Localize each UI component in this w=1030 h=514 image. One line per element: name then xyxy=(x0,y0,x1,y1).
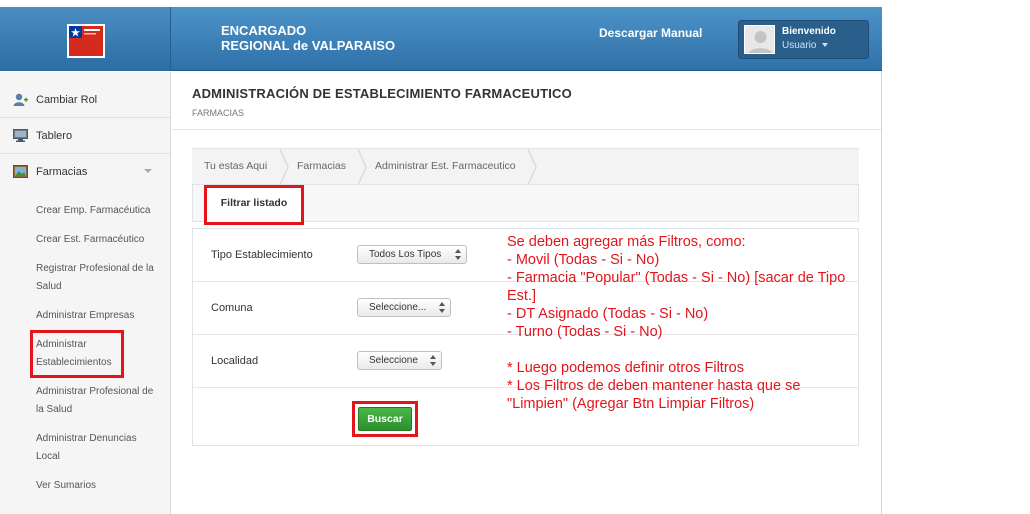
tipo-establecimiento-select[interactable]: Todos Los Tipos xyxy=(357,245,467,264)
picture-icon xyxy=(13,165,28,178)
submenu-administrar-establecimientos[interactable]: Administrar Establecimientos xyxy=(30,330,124,378)
breadcrumb-separator-icon xyxy=(279,149,289,185)
breadcrumb-item-home[interactable]: Tu estas Aqui xyxy=(204,160,267,172)
annotation-line: * Luego podemos definir otros Filtros xyxy=(507,360,744,376)
user-role-dropdown[interactable]: Usuario xyxy=(782,40,829,51)
search-button-highlight: Buscar xyxy=(352,401,418,437)
comuna-select[interactable]: Seleccione... xyxy=(357,298,451,317)
caret-down-icon xyxy=(822,43,829,48)
page-header: ADMINISTRACIÓN DE ESTABLECIMIENTO FARMAC… xyxy=(172,72,881,130)
welcome-label: Bienvenido xyxy=(782,26,836,37)
user-silhouette-icon xyxy=(745,26,774,53)
org-title: ENCARGADO REGIONAL de VALPARAISO xyxy=(221,23,395,53)
filter-label: Localidad xyxy=(211,355,259,367)
download-manual-link[interactable]: Descargar Manual xyxy=(599,26,702,40)
breadcrumb: Tu estas Aqui Farmacias Administrar Est.… xyxy=(192,148,859,185)
sidebar-item-tablero[interactable]: Tablero xyxy=(0,118,170,154)
filter-panel-header: Filtrar listado xyxy=(192,184,859,225)
select-value: Seleccione... xyxy=(369,302,427,313)
brand-area xyxy=(0,7,171,71)
annotation-line: - Turno (Todas - Si - No) xyxy=(507,324,663,340)
submenu-ver-sumarios[interactable]: Ver Sumarios xyxy=(36,477,161,495)
select-arrows-icon xyxy=(439,302,445,313)
filter-label: Tipo Establecimiento xyxy=(211,249,313,261)
search-button[interactable]: Buscar xyxy=(358,407,412,431)
chevron-down-icon[interactable] xyxy=(144,169,152,173)
page-subtitle: FARMACIAS xyxy=(192,108,245,118)
select-arrows-icon xyxy=(430,355,436,366)
submenu-crear-emp-farmaceutica[interactable]: Crear Emp. Farmacéutica xyxy=(36,202,161,220)
annotation-line xyxy=(507,341,852,359)
sidebar-item-farmacias[interactable]: Farmacias xyxy=(0,154,170,190)
annotation-line: - Movil (Todas - Si - No) xyxy=(507,252,660,268)
page-title: ADMINISTRACIÓN DE ESTABLECIMIENTO FARMAC… xyxy=(192,86,572,101)
avatar xyxy=(744,25,775,54)
top-navbar: ENCARGADO REGIONAL de VALPARAISO Descarg… xyxy=(0,7,882,71)
submenu-crear-est-farmaceutico[interactable]: Crear Est. Farmacéutico xyxy=(36,231,161,249)
select-value: Todos Los Tipos xyxy=(369,249,442,260)
annotation-line: * Los Filtros de deben mantener hasta qu… xyxy=(507,378,801,412)
filter-label: Comuna xyxy=(211,302,253,314)
sidebar-item-label: Farmacias xyxy=(36,166,88,178)
government-logo-icon[interactable] xyxy=(67,24,105,58)
submenu-administrar-profesional[interactable]: Administrar Profesional de la Salud xyxy=(36,383,161,419)
org-title-line2: REGIONAL de VALPARAISO xyxy=(221,38,396,53)
user-role-label: Usuario xyxy=(782,40,817,51)
sidebar-item-label: Cambiar Rol xyxy=(36,94,98,106)
tab-filtrar-listado[interactable]: Filtrar listado xyxy=(204,185,304,225)
select-value: Seleccione xyxy=(369,355,418,366)
annotation-note: Se deben agregar más Filtros, como: - Mo… xyxy=(507,233,852,413)
monitor-icon xyxy=(13,129,28,142)
submenu-registrar-profesional[interactable]: Registrar Profesional de la Salud xyxy=(36,260,161,296)
user-menu[interactable]: Bienvenido Usuario xyxy=(738,20,869,59)
sidebar: Cambiar Rol Tablero Farmacias Crear Emp.… xyxy=(0,72,171,514)
breadcrumb-separator-icon xyxy=(527,149,537,185)
localidad-select[interactable]: Seleccione xyxy=(357,351,442,370)
annotation-line: - Farmacia "Popular" (Todas - Si - No) [… xyxy=(507,270,846,304)
user-add-icon xyxy=(13,93,28,106)
submenu-administrar-denuncias[interactable]: Administrar Denuncias Local xyxy=(36,430,146,466)
annotation-line: Se deben agregar más Filtros, como: xyxy=(507,234,746,250)
sidebar-item-cambiar-rol[interactable]: Cambiar Rol xyxy=(0,82,170,118)
breadcrumb-separator-icon xyxy=(357,149,367,185)
submenu-administrar-empresas[interactable]: Administrar Empresas xyxy=(36,307,161,325)
annotation-line: - DT Asignado (Todas - Si - No) xyxy=(507,306,709,322)
sidebar-item-label: Tablero xyxy=(36,130,73,142)
org-title-line1: ENCARGADO xyxy=(221,23,307,38)
select-arrows-icon xyxy=(455,249,461,260)
breadcrumb-item-current[interactable]: Administrar Est. Farmaceutico xyxy=(375,160,516,172)
breadcrumb-item-farmacias[interactable]: Farmacias xyxy=(297,160,346,172)
